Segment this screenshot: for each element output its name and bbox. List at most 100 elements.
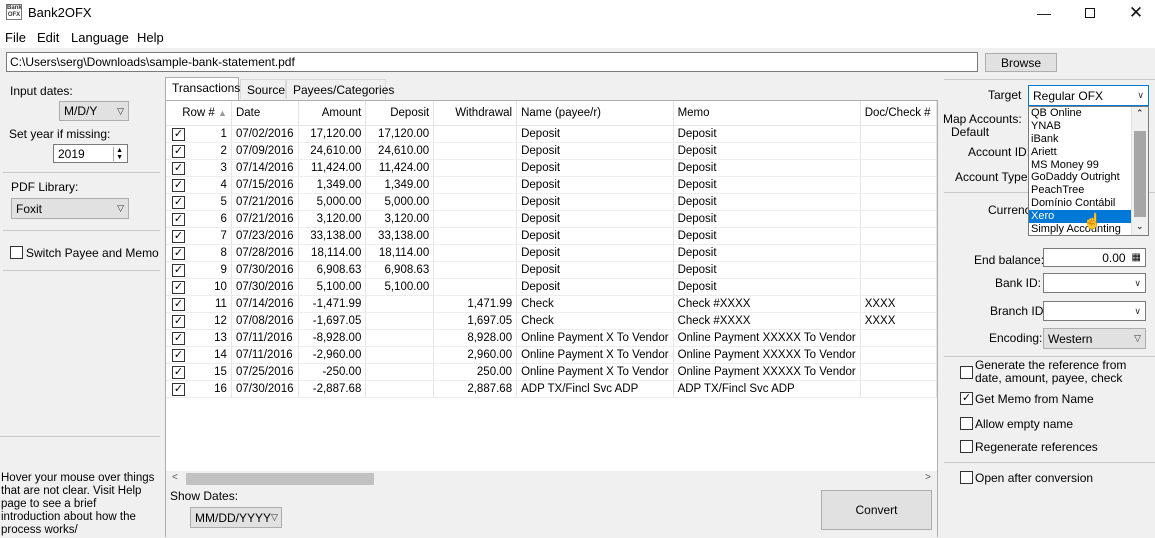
memo-cell[interactable]: Deposit bbox=[673, 142, 861, 160]
pdf-library-select[interactable]: Foxit ▽ bbox=[11, 198, 129, 219]
memo-cell[interactable]: Deposit bbox=[673, 244, 861, 262]
row-include-checkbox[interactable]: ✓ bbox=[172, 365, 185, 379]
withdrawal-cell[interactable]: 1,697.05 bbox=[433, 312, 518, 330]
row-include-checkbox[interactable]: ✓ bbox=[172, 127, 185, 141]
row-include-checkbox[interactable]: ✓ bbox=[172, 195, 185, 209]
memo-cell[interactable]: Deposit bbox=[673, 261, 861, 279]
table-row[interactable]: ✓ 1 07/02/2016 17,120.00 17,120.00 Deposit Dep… bbox=[166, 125, 938, 143]
doc-cell[interactable] bbox=[860, 227, 938, 245]
target-option[interactable]: iBank bbox=[1029, 133, 1132, 146]
date-cell[interactable]: 07/30/2016 bbox=[231, 380, 299, 398]
date-cell[interactable]: 07/25/2016 bbox=[231, 363, 299, 381]
amount-cell[interactable]: -2,960.00 bbox=[298, 346, 367, 364]
amount-cell[interactable]: 17,120.00 bbox=[298, 125, 367, 143]
withdrawal-cell[interactable] bbox=[433, 125, 518, 143]
memo-cell[interactable]: Check #XXXX bbox=[673, 295, 861, 313]
table-row[interactable]: ✓ 12 07/08/2016 -1,697.05 1,697.05 Check Check… bbox=[166, 312, 938, 330]
menu-edit[interactable]: Edit bbox=[37, 30, 59, 45]
date-cell[interactable]: 07/14/2016 bbox=[231, 295, 299, 313]
deposit-cell[interactable]: 18,114.00 bbox=[365, 244, 435, 262]
name-cell[interactable]: Deposit bbox=[516, 125, 674, 143]
table-row[interactable]: ✓ 2 07/09/2016 24,610.00 24,610.00 Deposit Dep… bbox=[166, 142, 938, 160]
allow-empty-name-checkbox[interactable] bbox=[960, 417, 973, 430]
row-include-checkbox[interactable]: ✓ bbox=[172, 178, 185, 192]
memo-cell[interactable]: Check #XXXX bbox=[673, 312, 861, 330]
input-dates-select[interactable]: M/D/Y ▽ bbox=[59, 101, 129, 121]
date-cell[interactable]: 07/30/2016 bbox=[231, 261, 299, 279]
scroll-right-icon[interactable]: > bbox=[925, 472, 931, 483]
doc-cell[interactable] bbox=[860, 159, 938, 177]
year-spinner[interactable]: 2019 ▲ ▼ bbox=[53, 144, 128, 163]
col-header-name[interactable]: Name (payee/r) bbox=[516, 101, 674, 126]
row-include-checkbox[interactable]: ✓ bbox=[172, 280, 185, 294]
withdrawal-cell[interactable] bbox=[433, 193, 518, 211]
date-cell[interactable]: 07/21/2016 bbox=[231, 210, 299, 228]
amount-cell[interactable]: 33,138.00 bbox=[298, 227, 367, 245]
table-row[interactable]: ✓ 8 07/28/2016 18,114.00 18,114.00 Deposit Dep… bbox=[166, 244, 938, 262]
withdrawal-cell[interactable] bbox=[433, 176, 518, 194]
date-cell[interactable]: 07/15/2016 bbox=[231, 176, 299, 194]
row-number-cell[interactable]: ✓ 13 bbox=[166, 329, 232, 347]
doc-cell[interactable] bbox=[860, 142, 938, 160]
withdrawal-cell[interactable]: 1,471.99 bbox=[433, 295, 518, 313]
row-include-checkbox[interactable]: ✓ bbox=[172, 144, 185, 158]
col-header-amount[interactable]: Amount bbox=[298, 101, 367, 126]
row-number-cell[interactable]: ✓ 12 bbox=[166, 312, 232, 330]
tab-payees-categories[interactable]: Payees/Categories bbox=[286, 79, 394, 99]
amount-cell[interactable]: 24,610.00 bbox=[298, 142, 367, 160]
deposit-cell[interactable] bbox=[365, 346, 435, 364]
row-number-cell[interactable]: ✓ 8 bbox=[166, 244, 232, 262]
withdrawal-cell[interactable]: 2,960.00 bbox=[433, 346, 518, 364]
target-option[interactable]: QB Online bbox=[1029, 107, 1132, 120]
name-cell[interactable]: Deposit bbox=[516, 244, 674, 262]
row-number-cell[interactable]: ✓ 5 bbox=[166, 193, 232, 211]
row-include-checkbox[interactable]: ✓ bbox=[172, 229, 185, 243]
memo-cell[interactable]: Deposit bbox=[673, 193, 861, 211]
memo-cell[interactable]: Online Payment XXXXX To Vendor bbox=[673, 363, 861, 381]
doc-cell[interactable] bbox=[860, 210, 938, 228]
row-number-cell[interactable]: ✓ 4 bbox=[166, 176, 232, 194]
table-row[interactable]: ✓ 3 07/14/2016 11,424.00 11,424.00 Deposit Dep… bbox=[166, 159, 938, 177]
minimize-icon[interactable]: — bbox=[1021, 0, 1067, 26]
row-include-checkbox[interactable]: ✓ bbox=[172, 382, 185, 396]
name-cell[interactable]: Check bbox=[516, 295, 674, 313]
doc-cell[interactable] bbox=[860, 125, 938, 143]
maximize-icon[interactable] bbox=[1067, 0, 1113, 26]
bank-id-select[interactable]: ∨ bbox=[1043, 273, 1146, 293]
get-memo-from-name-checkbox[interactable]: ✓ bbox=[960, 392, 973, 405]
date-cell[interactable]: 07/23/2016 bbox=[231, 227, 299, 245]
withdrawal-cell[interactable]: 2,887.68 bbox=[433, 380, 518, 398]
row-include-checkbox[interactable]: ✓ bbox=[172, 161, 185, 175]
menu-file[interactable]: File bbox=[5, 30, 26, 45]
memo-cell[interactable]: Online Payment XXXXX To Vendor bbox=[673, 329, 861, 347]
memo-cell[interactable]: Deposit bbox=[673, 176, 861, 194]
table-row[interactable]: ✓ 5 07/21/2016 5,000.00 5,000.00 Deposit Depos… bbox=[166, 193, 938, 211]
amount-cell[interactable]: -2,887.68 bbox=[298, 380, 367, 398]
doc-cell[interactable] bbox=[860, 380, 938, 398]
amount-cell[interactable]: 5,000.00 bbox=[298, 193, 367, 211]
row-number-cell[interactable]: ✓ 11 bbox=[166, 295, 232, 313]
dropdown-scrollbar[interactable]: ⌃ ⌄ bbox=[1131, 107, 1148, 235]
name-cell[interactable]: Online Payment X To Vendor bbox=[516, 363, 674, 381]
show-dates-select[interactable]: MM/DD/YYYY ▽ bbox=[190, 507, 282, 528]
table-row[interactable]: ✓ 11 07/14/2016 -1,471.99 1,471.99 Check Check… bbox=[166, 295, 938, 313]
doc-cell[interactable]: XXXX bbox=[860, 295, 938, 313]
name-cell[interactable]: Deposit bbox=[516, 210, 674, 228]
deposit-cell[interactable] bbox=[365, 312, 435, 330]
doc-cell[interactable] bbox=[860, 176, 938, 194]
deposit-cell[interactable]: 11,424.00 bbox=[365, 159, 435, 177]
scrollbar-thumb[interactable] bbox=[186, 473, 374, 485]
name-cell[interactable]: Online Payment X To Vendor bbox=[516, 329, 674, 347]
row-include-checkbox[interactable]: ✓ bbox=[172, 348, 185, 362]
doc-cell[interactable] bbox=[860, 363, 938, 381]
row-number-cell[interactable]: ✓ 1 bbox=[166, 125, 232, 143]
deposit-cell[interactable]: 33,138.00 bbox=[365, 227, 435, 245]
withdrawal-cell[interactable] bbox=[433, 142, 518, 160]
name-cell[interactable]: Check bbox=[516, 312, 674, 330]
date-cell[interactable]: 07/28/2016 bbox=[231, 244, 299, 262]
col-header-doc[interactable]: Doc/Check # bbox=[860, 101, 938, 126]
date-cell[interactable]: 07/11/2016 bbox=[231, 329, 299, 347]
col-header-deposit[interactable]: Deposit bbox=[365, 101, 435, 126]
row-number-cell[interactable]: ✓ 16 bbox=[166, 380, 232, 398]
deposit-cell[interactable]: 3,120.00 bbox=[365, 210, 435, 228]
